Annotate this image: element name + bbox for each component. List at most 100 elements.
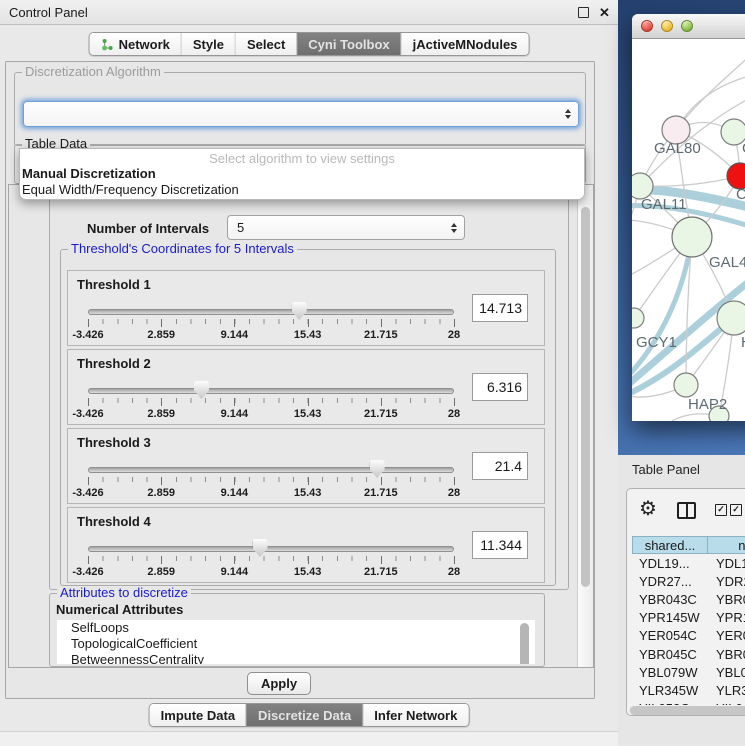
settings-scrollpane: Interval Definition Number of Intervals …: [8, 184, 594, 668]
panel-title: Control Panel: [9, 5, 88, 20]
number-of-intervals-label: Number of Intervals: [87, 221, 209, 236]
numerical-attributes-list: SelfLoops TopologicalCoefficient Between…: [57, 620, 535, 664]
table-header-row: shared... na: [632, 536, 745, 554]
threshold-1-slider[interactable]: -3.426 2.859 9.144 15.43 21.715 28: [88, 301, 454, 345]
threshold-2-value[interactable]: 6.316: [472, 373, 528, 401]
table-row[interactable]: YDL19...YDL1: [632, 554, 745, 572]
tab-select[interactable]: Select: [235, 33, 296, 55]
close-icon[interactable]: ✕: [599, 0, 610, 25]
table-row[interactable]: YPR145WYPR1: [632, 609, 745, 627]
table-row[interactable]: YBR045CYBR0: [632, 645, 745, 663]
combo-stepper-icon: [451, 223, 457, 233]
threshold-coordinates-group: Threshold's Coordinates for 5 Intervals …: [60, 249, 556, 586]
list-item[interactable]: TopologicalCoefficient: [57, 636, 535, 652]
slider-ticks: [88, 556, 454, 561]
tab-discretize-data[interactable]: Discretize Data: [246, 704, 362, 726]
node-label-gcy1: GCY1: [636, 334, 677, 351]
checkbox-icon[interactable]: ✓: [730, 504, 742, 516]
combo-stepper-icon: [565, 109, 571, 119]
threshold-4-slider[interactable]: -3.426 2.859 9.144 15.43 21.715 28: [88, 538, 454, 582]
control-panel-titlebar: Control Panel ✕: [0, 0, 618, 25]
table-card: ⚙ ✓ ✓ shared... na YDL19...YDL1 YDR27...…: [626, 488, 745, 716]
number-of-intervals-combobox[interactable]: 5: [227, 215, 465, 240]
tab-cyni-toolbox[interactable]: Cyni Toolbox: [296, 33, 400, 55]
zoom-traffic-light[interactable]: [681, 20, 693, 32]
node-label-gal11: GAL11: [641, 196, 687, 213]
threshold-3-value[interactable]: 21.4: [472, 452, 528, 480]
tab-network-label: Network: [119, 37, 170, 52]
top-tab-bar: Network Style Select Cyni Toolbox jActiv…: [89, 32, 530, 56]
slider-track[interactable]: [88, 388, 454, 394]
table-row[interactable]: YER054CYER0: [632, 627, 745, 645]
network-window-titlebar: [632, 14, 745, 39]
dropdown-hint: Select algorithm to view settings: [20, 151, 584, 166]
slider-thumb[interactable]: [292, 302, 307, 320]
apply-button[interactable]: Apply: [247, 672, 311, 695]
list-item[interactable]: BetweennessCentrality: [57, 652, 535, 664]
threshold-3-label: Threshold 3: [77, 435, 151, 450]
list-item[interactable]: SelfLoops: [57, 620, 535, 636]
table-row[interactable]: YBL079WYBL0: [632, 663, 745, 681]
list-scrollbar[interactable]: [520, 623, 529, 664]
scrollbar-thumb[interactable]: [630, 706, 745, 715]
scrollbar-thumb[interactable]: [581, 207, 590, 587]
node-gal4[interactable]: [672, 217, 712, 257]
slider-track[interactable]: [88, 309, 454, 315]
node-label-partial-red: C: [736, 186, 745, 203]
dropdown-option-equal-width[interactable]: Equal Width/Frequency Discretization: [22, 182, 239, 197]
control-panel: Control Panel ✕ Network Style Select Cyn…: [0, 0, 618, 745]
threshold-3-slider[interactable]: -3.426 2.859 9.144 15.43 21.715 28: [88, 459, 454, 503]
cyni-toolbox-panel: Discretization Algorithm Table Data galF…: [5, 61, 595, 699]
network-desktop: GAL80 GA C GAL11 GAL4 GCY1 H HAP2: [618, 0, 745, 455]
tab-infer-network[interactable]: Infer Network: [362, 704, 468, 726]
slider-track[interactable]: [88, 467, 454, 473]
slider-thumb[interactable]: [253, 539, 268, 557]
table-row[interactable]: YLR345WYLR3: [632, 681, 745, 699]
slider-thumb[interactable]: [194, 381, 209, 399]
column-header-shared[interactable]: shared...: [632, 536, 708, 554]
node-partial-lower-right[interactable]: [717, 301, 745, 335]
dropdown-option-manual[interactable]: Manual Discretization: [22, 166, 156, 181]
threshold-4-value[interactable]: 11.344: [472, 531, 528, 559]
slider-thumb[interactable]: [370, 460, 385, 478]
algorithm-combobox[interactable]: [23, 101, 579, 127]
slider-track[interactable]: [88, 546, 454, 552]
threshold-2-panel: Threshold 2 -3.426 2.859 9.144 15.43 21.…: [67, 349, 545, 425]
tab-network[interactable]: Network: [90, 33, 181, 55]
numerical-attributes-label: Numerical Attributes: [56, 602, 183, 617]
network-canvas[interactable]: GAL80 GA C GAL11 GAL4 GCY1 H HAP2: [632, 40, 745, 421]
checkbox-icon[interactable]: ✓: [715, 504, 727, 516]
tab-style[interactable]: Style: [181, 33, 235, 55]
threshold-1-value[interactable]: 14.713: [472, 294, 528, 322]
threshold-4-label: Threshold 4: [77, 514, 151, 529]
node-gcy1[interactable]: [632, 308, 644, 328]
node-label-partial-h: H: [741, 334, 745, 351]
vertical-scrollbar[interactable]: [577, 185, 593, 667]
threshold-2-slider[interactable]: -3.426 2.859 9.144 15.43 21.715 28: [88, 380, 454, 424]
close-traffic-light[interactable]: [641, 20, 653, 32]
table-row[interactable]: YBR043CYBR0: [632, 590, 745, 608]
network-view-window[interactable]: GAL80 GA C GAL11 GAL4 GCY1 H HAP2: [632, 14, 745, 421]
tab-impute-data[interactable]: Impute Data: [150, 704, 246, 726]
float-icon[interactable]: [578, 7, 589, 18]
table-row[interactable]: YIL052CYIL0: [632, 700, 745, 706]
node-hap2[interactable]: [674, 373, 698, 397]
horizontal-scrollbar[interactable]: [629, 706, 745, 715]
slider-ticks: [88, 398, 454, 403]
minimize-traffic-light[interactable]: [661, 20, 673, 32]
threshold-2-label: Threshold 2: [77, 356, 151, 371]
discretization-algorithm-group: Discretization Algorithm: [14, 72, 586, 146]
gear-icon[interactable]: ⚙: [639, 497, 657, 521]
column-header-name[interactable]: na: [708, 536, 745, 554]
tab-jactivemnodules[interactable]: jActiveMNodules: [401, 33, 529, 55]
slider-ticks: [88, 319, 454, 324]
threshold-4-panel: Threshold 4 -3.426 2.859 9.144 15.43 21.…: [67, 507, 545, 583]
table-panel-title: Table Panel: [632, 462, 700, 477]
threshold-coordinates-title: Threshold's Coordinates for 5 Intervals: [68, 242, 297, 256]
attributes-group: Attributes to discretize Numerical Attri…: [49, 593, 545, 667]
split-columns-icon[interactable]: [677, 502, 696, 519]
threshold-1-panel: Threshold 1 -3.426 2.859 9.144 15.43 21.…: [67, 270, 545, 346]
table-row[interactable]: YDR27...YDR2: [632, 572, 745, 590]
network-icon: [101, 38, 114, 51]
threshold-3-panel: Threshold 3 -3.426 2.859 9.144 15.43 21.…: [67, 428, 545, 504]
